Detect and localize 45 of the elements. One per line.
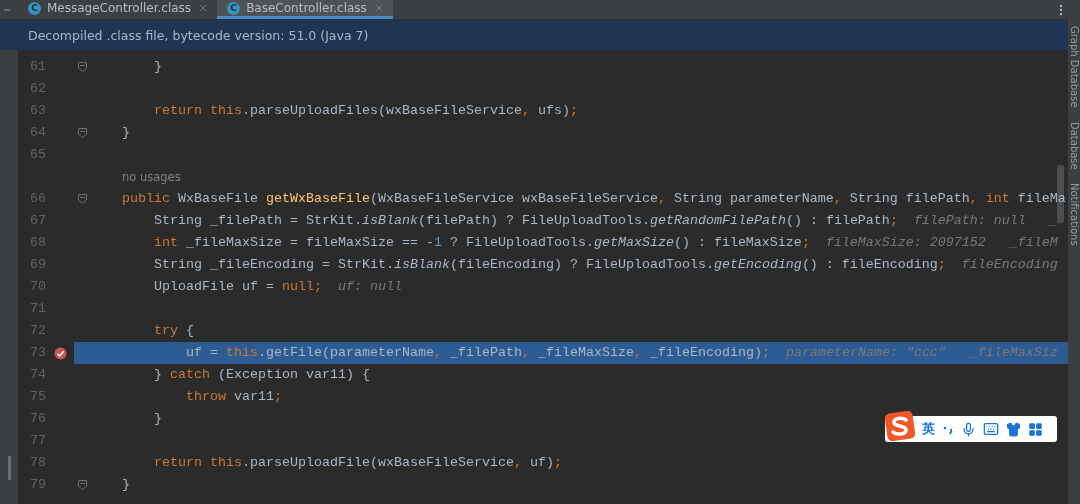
fold-icon[interactable] <box>77 480 87 490</box>
inline-hint: _ <box>1049 212 1058 230</box>
code-line: String _filePath = StrKit.isBlank(filePath) ? FileUploadTools.getRandomFilePath() : filePath; <box>153 212 898 230</box>
shirt-icon[interactable] <box>1006 421 1021 437</box>
code-line: } <box>121 124 130 142</box>
code-line: int _fileMaxSize = fileMaxSize == -1 ? FileUploadTools.getMaxSize() : fileMaxSize; <box>153 234 810 252</box>
code-line: } <box>153 410 162 428</box>
inline-hint: _fileMaxSiz <box>969 344 1058 362</box>
fold-icon[interactable] <box>77 194 87 204</box>
code-line: try { <box>153 322 194 340</box>
inline-hint: parameterName: "ccc" <box>785 344 946 362</box>
tool-window-tab[interactable]: Database <box>1068 121 1080 170</box>
inline-hint: uf: null <box>337 278 402 296</box>
breakpoint-icon[interactable] <box>53 346 67 360</box>
code-line: return this.parseUploadFiles(wxBaseFileService, ufs); <box>153 102 578 120</box>
code-line: } <box>121 476 130 494</box>
code-line: } <box>153 58 162 76</box>
code-line: uf = this.getFile(parameterName, _filePath, _fileMaxSize, _fileEncoding); <box>184 344 770 362</box>
inline-hint: fileMaxSize: 2097152 <box>825 234 986 252</box>
decompiled-banner: Decompiled .class file, bytecode version: 51.0 (Java 7) <box>0 20 1068 50</box>
fold-icon[interactable] <box>77 62 87 72</box>
grid-icon[interactable] <box>1028 421 1043 437</box>
code-line: public WxBaseFile getWxBaseFile(WxBaseFileService wxBaseFileService, String parameterName, String filePath, int fileMa <box>121 190 1066 208</box>
tool-window-tab[interactable]: Graph Database <box>1068 26 1080 108</box>
inline-hint: fileEncoding <box>961 256 1058 274</box>
tool-window-tab[interactable]: Notifications <box>1068 183 1080 246</box>
class-icon: C <box>28 1 41 15</box>
inline-hint: filePath: null <box>913 212 1026 230</box>
editor-tab[interactable]: C MessageController.class <box>18 0 218 19</box>
code-line: throw var11; <box>184 388 282 406</box>
code-line: return this.parseUploadFile(wxBaseFileService, uf); <box>153 454 562 472</box>
code-line: } catch (Exception var11) { <box>153 366 370 384</box>
ime-logo-icon[interactable] <box>885 411 915 441</box>
code-line: UploadFile uf = null; <box>153 278 322 296</box>
code-line: String _fileEncoding = StrKit.isBlank(fileEncoding) ? FileUploadTools.getEncoding() : fileEncoding; <box>153 256 946 274</box>
usages-hint[interactable]: no usages <box>90 170 1068 184</box>
line-number: 73 <box>18 342 46 364</box>
editor-tab[interactable]: C BaseController.class <box>217 0 393 19</box>
class-icon: C <box>227 1 241 15</box>
ime-mode[interactable]: 英 <box>922 420 935 438</box>
keyboard-icon[interactable] <box>983 421 999 437</box>
microphone-icon[interactable] <box>961 421 976 437</box>
panel-marker <box>7 456 11 480</box>
fold-icon[interactable] <box>77 128 87 138</box>
inline-hint: _fileM <box>1009 234 1058 252</box>
